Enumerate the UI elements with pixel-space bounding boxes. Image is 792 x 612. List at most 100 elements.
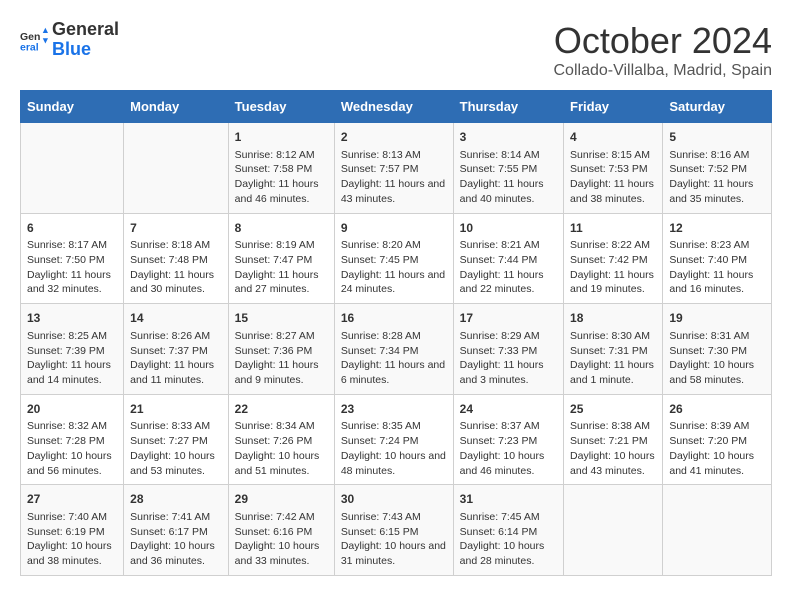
calendar-cell: 11Sunrise: 8:22 AMSunset: 7:42 PMDayligh… [564,213,663,304]
day-info: Sunrise: 7:45 AMSunset: 6:14 PMDaylight:… [460,510,557,569]
day-info: Sunrise: 8:34 AMSunset: 7:26 PMDaylight:… [235,419,328,478]
calendar-cell [663,485,772,576]
day-number: 19 [669,310,765,327]
calendar-cell: 2 Sunrise: 8:13 AMSunset: 7:57 PMDaylight… [334,123,453,214]
week-row-2: 6Sunrise: 8:17 AMSunset: 7:50 PMDaylight… [21,213,772,304]
day-number: 20 [27,401,117,418]
day-number: 26 [669,401,765,418]
calendar-cell: 18Sunrise: 8:30 AMSunset: 7:31 PMDayligh… [564,304,663,395]
calendar-cell: 6Sunrise: 8:17 AMSunset: 7:50 PMDaylight… [21,213,124,304]
day-number: 16 [341,310,447,327]
calendar-cell: 16 Sunrise: 8:28 AMSunset: 7:34 PMDayligh… [334,304,453,395]
calendar-cell [21,123,124,214]
day-number: 21 [130,401,222,418]
calendar-cell: 17 Sunrise: 8:29 AMSunset: 7:33 PMDayligh… [453,304,563,395]
header-tuesday: Tuesday [228,91,334,123]
logo: Gen eral GeneralBlue [20,20,119,60]
calendar-cell: 10Sunrise: 8:21 AMSunset: 7:44 PMDayligh… [453,213,563,304]
day-info: Sunrise: 8:15 AMSunset: 7:53 PMDaylight:… [570,148,656,207]
day-number: 5 [669,129,765,146]
calendar-cell: 23Sunrise: 8:35 AMSunset: 7:24 PMDayligh… [334,394,453,485]
day-info: Sunrise: 7:42 AMSunset: 6:16 PMDaylight:… [235,510,328,569]
day-info: Sunrise: 8:13 AMSunset: 7:57 PMDaylight:… [341,148,447,207]
calendar-cell: 1 Sunrise: 8:12 AMSunset: 7:58 PMDaylight… [228,123,334,214]
day-info: Sunrise: 8:16 AMSunset: 7:52 PMDaylight:… [669,148,765,207]
calendar-table: SundayMondayTuesdayWednesdayThursdayFrid… [20,90,772,576]
day-info: Sunrise: 8:23 AMSunset: 7:40 PMDaylight:… [669,238,765,297]
day-number: 23 [341,401,447,418]
day-number: 12 [669,220,765,237]
header-thursday: Thursday [453,91,563,123]
day-number: 14 [130,310,222,327]
day-info: Sunrise: 8:38 AMSunset: 7:21 PMDaylight:… [570,419,656,478]
day-info: Sunrise: 8:37 AMSunset: 7:23 PMDaylight:… [460,419,557,478]
calendar-cell: 14Sunrise: 8:26 AMSunset: 7:37 PMDayligh… [124,304,229,395]
calendar-cell: 31Sunrise: 7:45 AMSunset: 6:14 PMDayligh… [453,485,563,576]
header-wednesday: Wednesday [334,91,453,123]
day-number: 6 [27,220,117,237]
day-info: Sunrise: 8:12 AMSunset: 7:58 PMDaylight:… [235,148,328,207]
day-info: Sunrise: 7:40 AMSunset: 6:19 PMDaylight:… [27,510,117,569]
calendar-cell: 13 Sunrise: 8:25 AMSunset: 7:39 PMDayligh… [21,304,124,395]
day-info: Sunrise: 7:43 AMSunset: 6:15 PMDaylight:… [341,510,447,569]
logo-icon: Gen eral [20,26,48,54]
day-info: Sunrise: 8:27 AMSunset: 7:36 PMDaylight:… [235,329,328,388]
header-row: SundayMondayTuesdayWednesdayThursdayFrid… [21,91,772,123]
day-number: 30 [341,491,447,508]
calendar-cell: 12Sunrise: 8:23 AMSunset: 7:40 PMDayligh… [663,213,772,304]
day-number: 17 [460,310,557,327]
day-number: 8 [235,220,328,237]
page-title: October 2024 [554,20,773,62]
calendar-cell: 29 Sunrise: 7:42 AMSunset: 6:16 PMDayligh… [228,485,334,576]
calendar-cell: 25Sunrise: 8:38 AMSunset: 7:21 PMDayligh… [564,394,663,485]
page-header: Gen eral GeneralBlue October 2024 Collad… [20,20,772,80]
day-info: Sunrise: 8:25 AMSunset: 7:39 PMDaylight:… [27,329,117,388]
svg-text:eral: eral [20,41,39,53]
day-number: 3 [460,129,557,146]
day-number: 27 [27,491,117,508]
day-number: 13 [27,310,117,327]
day-info: Sunrise: 8:28 AMSunset: 7:34 PMDaylight:… [341,329,447,388]
day-info: Sunrise: 8:32 AMSunset: 7:28 PMDaylight:… [27,419,117,478]
day-number: 7 [130,220,222,237]
day-number: 15 [235,310,328,327]
calendar-cell: 7Sunrise: 8:18 AMSunset: 7:48 PMDaylight… [124,213,229,304]
day-info: Sunrise: 8:31 AMSunset: 7:30 PMDaylight:… [669,329,765,388]
calendar-cell: 21Sunrise: 8:33 AMSunset: 7:27 PMDayligh… [124,394,229,485]
day-info: Sunrise: 7:41 AMSunset: 6:17 PMDaylight:… [130,510,222,569]
calendar-cell: 19 Sunrise: 8:31 AMSunset: 7:30 PMDayligh… [663,304,772,395]
week-row-4: 20Sunrise: 8:32 AMSunset: 7:28 PMDayligh… [21,394,772,485]
day-info: Sunrise: 8:19 AMSunset: 7:47 PMDaylight:… [235,238,328,297]
calendar-cell: 27 Sunrise: 7:40 AMSunset: 6:19 PMDayligh… [21,485,124,576]
day-info: Sunrise: 8:20 AMSunset: 7:45 PMDaylight:… [341,238,447,297]
day-info: Sunrise: 8:35 AMSunset: 7:24 PMDaylight:… [341,419,447,478]
day-number: 2 [341,129,447,146]
calendar-cell: 4 Sunrise: 8:15 AMSunset: 7:53 PMDaylight… [564,123,663,214]
day-number: 18 [570,310,656,327]
header-sunday: Sunday [21,91,124,123]
day-info: Sunrise: 8:29 AMSunset: 7:33 PMDaylight:… [460,329,557,388]
calendar-cell: 3 Sunrise: 8:14 AMSunset: 7:55 PMDaylight… [453,123,563,214]
day-number: 24 [460,401,557,418]
day-info: Sunrise: 8:22 AMSunset: 7:42 PMDaylight:… [570,238,656,297]
week-row-1: 1 Sunrise: 8:12 AMSunset: 7:58 PMDaylight… [21,123,772,214]
calendar-cell: 9Sunrise: 8:20 AMSunset: 7:45 PMDaylight… [334,213,453,304]
day-number: 25 [570,401,656,418]
day-number: 9 [341,220,447,237]
day-info: Sunrise: 8:14 AMSunset: 7:55 PMDaylight:… [460,148,557,207]
page-subtitle: Collado-Villalba, Madrid, Spain [554,62,773,80]
day-number: 1 [235,129,328,146]
calendar-cell: 15 Sunrise: 8:27 AMSunset: 7:36 PMDayligh… [228,304,334,395]
calendar-cell [564,485,663,576]
day-info: Sunrise: 8:17 AMSunset: 7:50 PMDaylight:… [27,238,117,297]
header-monday: Monday [124,91,229,123]
calendar-cell: 30 Sunrise: 7:43 AMSunset: 6:15 PMDayligh… [334,485,453,576]
day-number: 29 [235,491,328,508]
day-info: Sunrise: 8:39 AMSunset: 7:20 PMDaylight:… [669,419,765,478]
header-friday: Friday [564,91,663,123]
week-row-3: 13 Sunrise: 8:25 AMSunset: 7:39 PMDayligh… [21,304,772,395]
calendar-cell: 26Sunrise: 8:39 AMSunset: 7:20 PMDayligh… [663,394,772,485]
calendar-cell: 24Sunrise: 8:37 AMSunset: 7:23 PMDayligh… [453,394,563,485]
day-number: 4 [570,129,656,146]
day-info: Sunrise: 8:33 AMSunset: 7:27 PMDaylight:… [130,419,222,478]
